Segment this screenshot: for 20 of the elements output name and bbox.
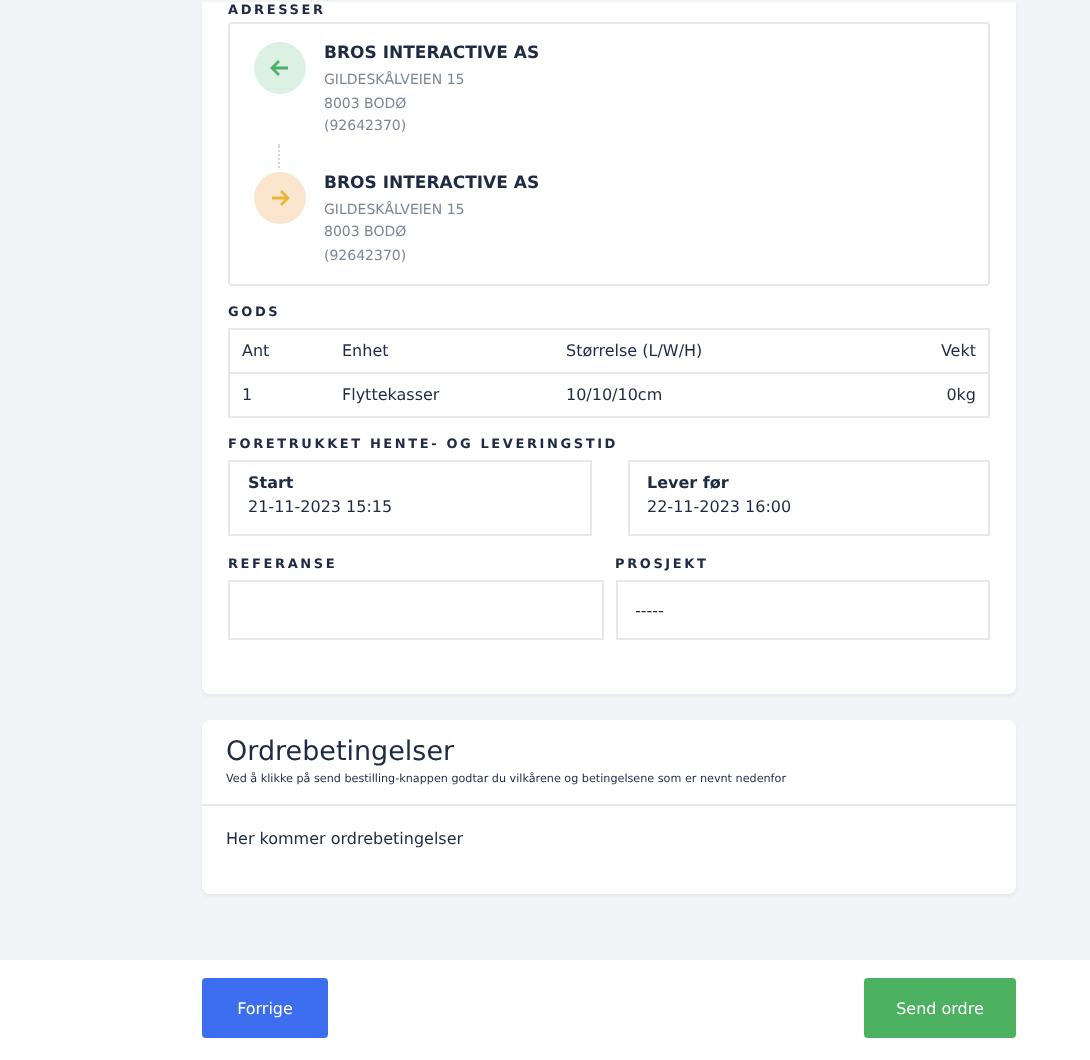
- column-header: Enhet: [330, 329, 554, 373]
- column-header: Størrelse (L/W/H): [554, 329, 871, 373]
- company-name: BROS INTERACTIVE AS: [324, 173, 540, 193]
- table-cell: 0kg: [870, 373, 989, 417]
- table-cell: Flyttekasser: [330, 373, 554, 417]
- input-field[interactable]: [228, 580, 603, 640]
- time-value: 22-11-2023 16:00: [647, 498, 794, 516]
- previous-button[interactable]: Forrige: [202, 978, 328, 1038]
- table-cell: 1: [229, 373, 330, 417]
- column-header: Vekt: [870, 329, 989, 373]
- time-label: Lever før: [647, 474, 731, 492]
- table-cell: 10/10/10cm: [554, 373, 871, 417]
- terms-title: Ordrebetingelser: [226, 736, 457, 768]
- time-value: 21-11-2023 15:15: [248, 498, 395, 516]
- column-header: Ant: [229, 329, 330, 373]
- time-label: Start: [248, 474, 296, 492]
- company-name: BROS INTERACTIVE AS: [324, 44, 540, 64]
- terms-text: Her kommer ordrebetingelser: [224, 828, 466, 852]
- send-order-button[interactable]: Send ordre: [864, 978, 1016, 1038]
- input-field[interactable]: -----: [615, 580, 990, 640]
